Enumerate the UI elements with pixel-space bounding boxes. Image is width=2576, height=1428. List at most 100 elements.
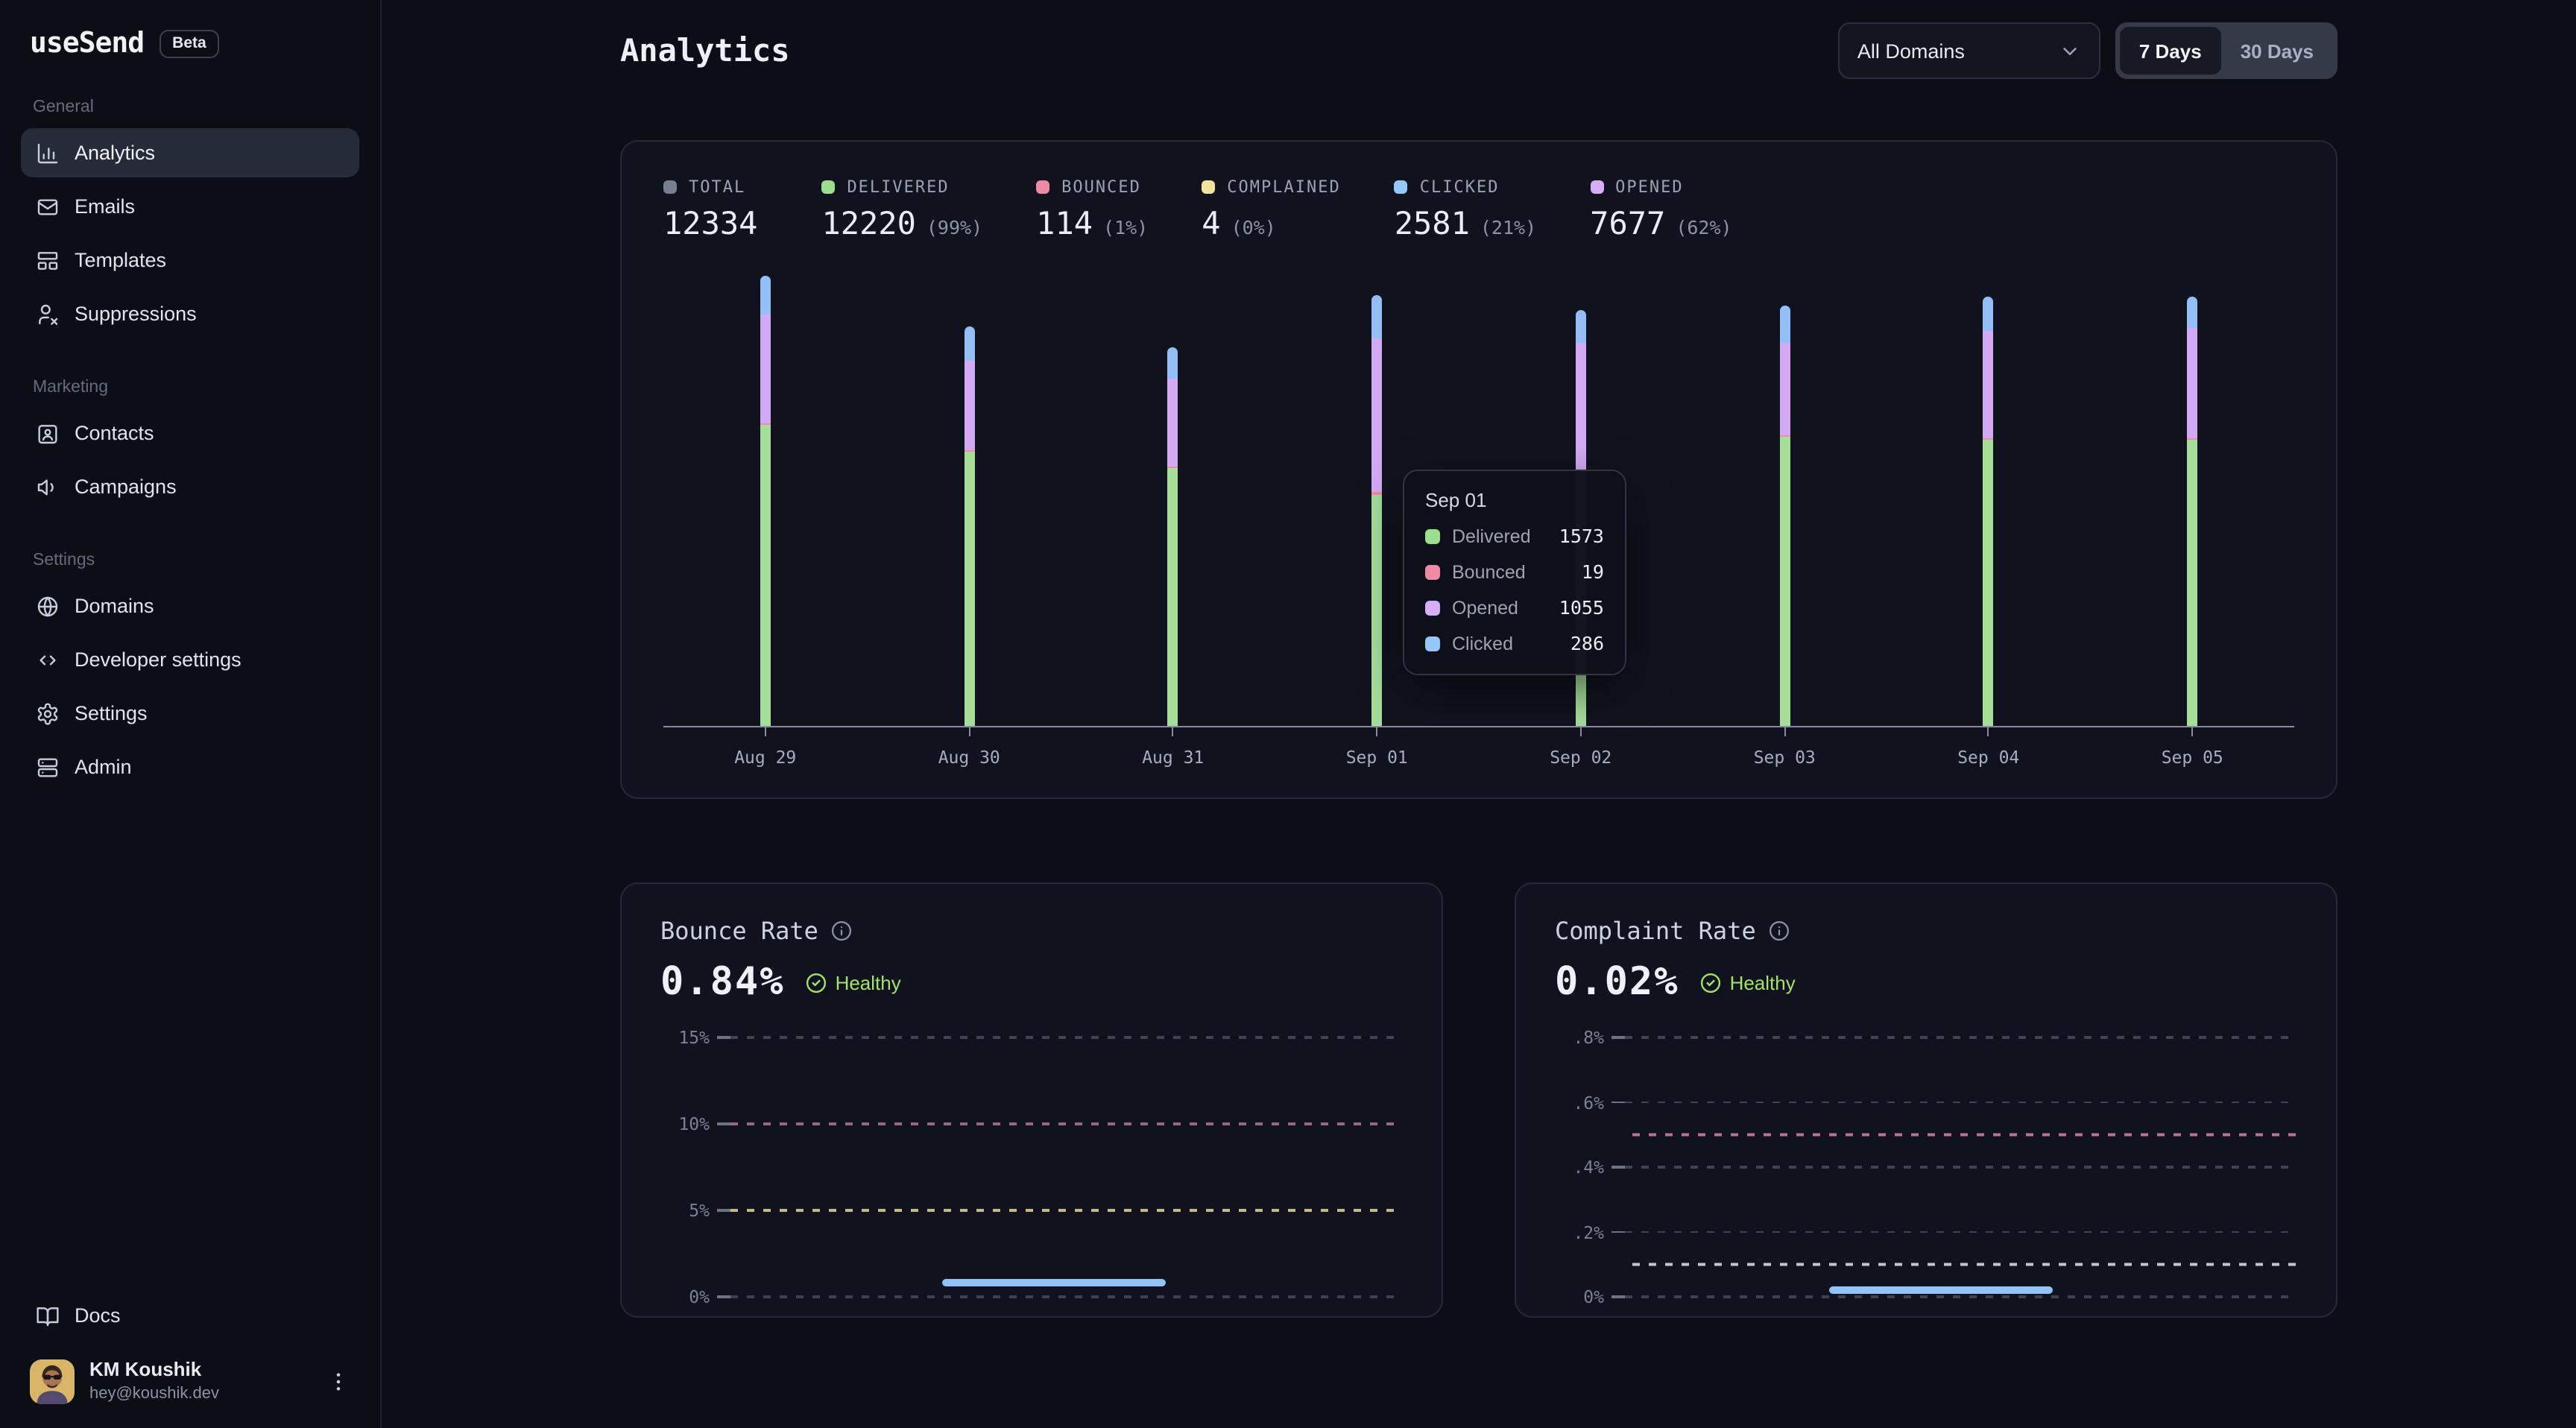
gridline — [730, 1123, 1403, 1125]
y-axis-label: .6% — [1555, 1092, 1611, 1113]
range-30-days-button[interactable]: 30 Days — [2221, 27, 2333, 75]
book-open-icon — [36, 1304, 60, 1327]
sidebar-item-developer-settings[interactable]: Developer settings — [21, 635, 359, 684]
tooltip-dot — [1425, 636, 1440, 651]
gridline-row: 10% — [660, 1113, 1403, 1134]
domain-filter-select[interactable]: All Domains — [1838, 22, 2100, 79]
stat-dot — [1590, 180, 1603, 194]
user-email: hey@koushik.dev — [89, 1385, 219, 1403]
stat-dot — [821, 180, 835, 194]
health-badge: Healthy — [806, 971, 901, 993]
stat-dot — [1202, 180, 1215, 194]
stat-complained: COMPLAINED 4(0%) — [1202, 177, 1340, 241]
axis-tick — [1376, 727, 1377, 736]
sidebar-item-label: Settings — [75, 702, 148, 724]
stat-label: TOTAL — [689, 177, 745, 197]
y-axis-label: 10% — [660, 1113, 717, 1134]
y-axis-tick — [1611, 1296, 1625, 1298]
megaphone-icon — [36, 475, 60, 499]
sidebar-item-settings[interactable]: Settings — [21, 689, 359, 738]
stat-pct: (62%) — [1676, 216, 1731, 238]
sidebar-item-suppressions[interactable]: Suppressions — [21, 289, 359, 338]
bounce-rate-value: 0.84% — [660, 960, 785, 1005]
sidebar-item-label: Analytics — [75, 142, 155, 164]
check-circle-icon — [1700, 971, 1723, 993]
bar-sep-05[interactable] — [2091, 271, 2295, 726]
gridline-row: .8% — [1555, 1027, 2297, 1048]
axis-tick — [1784, 727, 1785, 736]
info-icon[interactable] — [830, 920, 853, 942]
main-area: Analytics All Domains 7 Days 30 Days — [382, 0, 2576, 1428]
globe-icon — [36, 594, 60, 618]
bar-segment-opened — [1168, 379, 1178, 467]
stat-clicked: CLICKED 2581(21%) — [1395, 177, 1536, 241]
axis-slot: Sep 02 — [1479, 727, 1683, 768]
complaint-rate-value: 0.02% — [1555, 960, 1679, 1005]
stat-value: 2581 — [1395, 206, 1470, 241]
user-x-icon — [36, 302, 60, 326]
sidebar-item-analytics[interactable]: Analytics — [21, 128, 359, 177]
stat-pct: (99%) — [926, 216, 982, 238]
x-axis-label: Aug 29 — [734, 747, 796, 768]
bar-segment-delivered — [760, 426, 771, 726]
stat-label: BOUNCED — [1061, 177, 1141, 197]
bar-sep-03[interactable] — [1683, 271, 1887, 726]
axis-slot: Sep 04 — [1887, 727, 2091, 768]
y-axis-tick — [717, 1296, 730, 1298]
sidebar-item-label: Contacts — [75, 422, 154, 444]
bar-aug-29[interactable] — [663, 271, 868, 726]
health-badge: Healthy — [1700, 971, 1796, 993]
axis-slot: Aug 30 — [868, 727, 1072, 768]
bar-aug-30[interactable] — [868, 271, 1072, 726]
complaint-rate-plot: .8%.6%.4%.2%0% — [1555, 1037, 2297, 1297]
y-axis-label: .4% — [1555, 1157, 1611, 1178]
complaint-rate-card: Complaint Rate 0.02% Healthy .8%.6%.4%.2… — [1515, 882, 2337, 1318]
brand-logo[interactable]: useSend Beta — [21, 21, 359, 63]
y-axis-label: 0% — [1555, 1286, 1611, 1307]
stat-bounced: BOUNCED 114(1%) — [1036, 177, 1148, 241]
sidebar-section-settings: Settings — [33, 552, 347, 569]
stat-pct: (0%) — [1231, 216, 1276, 238]
sidebar-item-domains[interactable]: Domains — [21, 581, 359, 631]
sidebar-item-emails[interactable]: Emails — [21, 182, 359, 231]
bar-segment-delivered — [1983, 440, 1994, 726]
bar-segment-opened — [964, 360, 974, 449]
sidebar-item-label: Emails — [75, 195, 135, 218]
chart-tooltip: Sep 01 Delivered 1573 Bounced 19 — [1403, 470, 1626, 675]
tooltip-dot — [1425, 564, 1440, 579]
stat-total: TOTAL 12334 — [663, 177, 768, 241]
bar-segment-opened — [1779, 343, 1790, 435]
health-label: Healthy — [1730, 971, 1796, 993]
bar-segment-delivered — [964, 452, 974, 726]
stat-value: 7677 — [1590, 206, 1665, 241]
bar-segment-delivered — [1168, 469, 1178, 726]
threshold-line — [1632, 1134, 2297, 1136]
sidebar-item-admin[interactable]: Admin — [21, 742, 359, 792]
tooltip-label: Bounced — [1452, 561, 1570, 582]
sidebar-item-campaigns[interactable]: Campaigns — [21, 462, 359, 511]
bar-aug-31[interactable] — [1071, 271, 1275, 726]
stat-delivered: DELIVERED 12220(99%) — [821, 177, 982, 241]
kebab-menu-icon[interactable] — [326, 1370, 350, 1394]
tooltip-label: Clicked — [1452, 633, 1559, 654]
date-range-toggle: 7 Days 30 Days — [2115, 22, 2337, 79]
sidebar-item-label: Suppressions — [75, 303, 197, 325]
sidebar-item-docs[interactable]: Docs — [21, 1291, 359, 1340]
stat-pct: (1%) — [1103, 216, 1148, 238]
tooltip-label: Opened — [1452, 597, 1547, 618]
info-icon[interactable] — [1768, 920, 1790, 942]
sidebar-item-contacts[interactable]: Contacts — [21, 408, 359, 458]
stacked-bar — [1168, 347, 1178, 726]
sidebar-item-templates[interactable]: Templates — [21, 236, 359, 285]
bar-sep-04[interactable] — [1887, 271, 2091, 726]
y-axis-tick — [1611, 1102, 1625, 1104]
threshold-line — [1632, 1263, 2297, 1266]
tooltip-row: Clicked 286 — [1425, 632, 1604, 654]
range-7-days-button[interactable]: 7 Days — [2120, 27, 2221, 75]
user-menu[interactable]: KM Koushik hey@koushik.dev — [21, 1345, 359, 1407]
y-axis-label: 5% — [660, 1200, 717, 1221]
y-axis-tick — [717, 1123, 730, 1125]
bar-segment-opened — [1371, 338, 1382, 493]
tooltip-row: Opened 1055 — [1425, 596, 1604, 619]
gridline — [1625, 1231, 2297, 1233]
